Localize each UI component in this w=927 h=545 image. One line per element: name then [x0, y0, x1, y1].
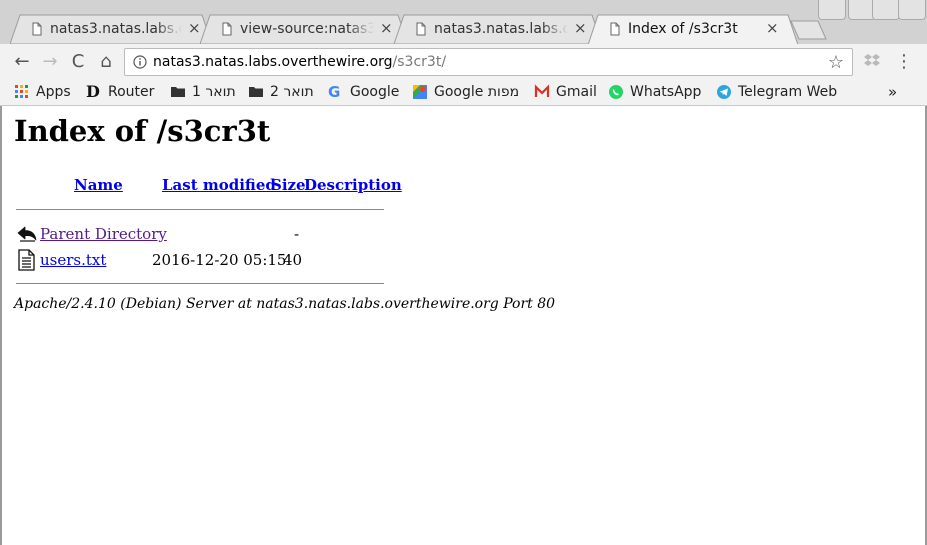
- column-header-name[interactable]: Name: [74, 176, 123, 194]
- bookmark-apps[interactable]: Apps: [14, 82, 71, 102]
- bookmarks-bar: Apps D Router תואר 1 תואר 2 G Google Goo…: [0, 80, 927, 106]
- back-arrow-icon[interactable]: ←: [12, 52, 32, 72]
- bookmark-google-maps[interactable]: Google מפות: [412, 82, 519, 102]
- url-host: natas3.natas.labs.overthewire.org: [153, 54, 393, 70]
- bookmark-label: Gmail: [556, 84, 597, 100]
- new-tab-button[interactable]: [790, 20, 828, 40]
- google-maps-icon: [413, 85, 427, 99]
- close-tab-icon[interactable]: ×: [380, 20, 393, 36]
- tab-title: Index of /s3cr3t: [628, 21, 738, 37]
- close-window-button[interactable]: [898, 0, 926, 20]
- tab-natas3-1[interactable]: natas3.natas.labs.overthewire.org ×: [10, 14, 212, 44]
- tab-view-source[interactable]: view-source:natas3.natas.labs.overthewir…: [200, 14, 408, 44]
- site-info-icon[interactable]: [133, 55, 147, 69]
- server-signature: Apache/2.4.10 (Debian) Server at natas3.…: [14, 296, 556, 312]
- users-txt-link[interactable]: users.txt: [40, 251, 106, 269]
- tab-title: natas3.natas.labs.overthewire.org: [434, 21, 568, 37]
- close-tab-icon[interactable]: ×: [188, 20, 201, 36]
- tab-strip: natas3.natas.labs.overthewire.org × view…: [0, 0, 927, 45]
- bookmark-router[interactable]: D Router: [86, 82, 154, 102]
- bookmark-label: Apps: [36, 84, 71, 100]
- apps-grid-icon: [15, 85, 28, 98]
- parent-directory-link[interactable]: Parent Directory: [40, 225, 167, 243]
- column-header-size[interactable]: Size: [271, 176, 306, 194]
- folder-icon: [171, 87, 185, 97]
- reload-icon[interactable]: C: [68, 52, 88, 72]
- bookmark-folder-1[interactable]: תואר 1: [170, 82, 236, 102]
- address-bar[interactable]: natas3.natas.labs.overthewire.org/s3cr3t…: [124, 48, 853, 76]
- bookmark-star-icon[interactable]: ☆: [828, 52, 844, 73]
- window-extra-button[interactable]: [818, 0, 846, 20]
- gmail-icon: [534, 84, 550, 97]
- bookmarks-overflow-button[interactable]: »: [888, 82, 897, 102]
- close-tab-icon[interactable]: ×: [766, 20, 779, 36]
- bookmark-label: Google: [350, 84, 400, 100]
- row-size: 40: [283, 251, 303, 269]
- bookmark-google[interactable]: G Google: [328, 82, 399, 102]
- tab-title: view-source:natas3.natas.labs.overthewir…: [240, 21, 374, 37]
- menu-icon[interactable]: ⋮: [894, 52, 914, 72]
- dropbox-extension-icon[interactable]: [864, 52, 880, 68]
- page-content: Index of /s3cr3t Name Last modified Size…: [0, 106, 927, 545]
- bookmark-whatsapp[interactable]: WhatsApp: [608, 82, 701, 102]
- tab-title: natas3.natas.labs.overthewire.org: [50, 21, 182, 37]
- page-icon: [610, 22, 620, 36]
- bookmark-label: Telegram Web: [738, 84, 838, 100]
- bookmark-label: WhatsApp: [630, 84, 702, 100]
- bookmark-label: תואר 2: [270, 84, 314, 100]
- folder-icon: [249, 87, 263, 97]
- telegram-icon: [717, 85, 731, 99]
- close-tab-icon[interactable]: ×: [574, 20, 587, 36]
- google-g-icon: G: [328, 83, 341, 101]
- page-icon: [32, 22, 42, 36]
- page-icon: [416, 22, 426, 36]
- whatsapp-icon: [609, 85, 623, 99]
- bookmark-label: תואר 1: [192, 84, 236, 100]
- row-modified: 2016-12-20 05:15: [152, 251, 287, 269]
- bookmark-label: Google מפות: [434, 84, 520, 100]
- router-d-icon: D: [86, 82, 100, 101]
- forward-arrow-icon[interactable]: →: [40, 52, 60, 72]
- bookmark-label: Router: [108, 84, 155, 100]
- divider: [16, 209, 384, 210]
- maximize-button[interactable]: [872, 0, 900, 20]
- browser-toolbar: ← → C ⌂ natas3.natas.labs.overthewire.or…: [0, 44, 927, 80]
- page-icon: [222, 22, 232, 36]
- column-header-last-modified[interactable]: Last modified: [162, 176, 276, 194]
- column-header-description[interactable]: Description: [304, 176, 402, 194]
- row-size: -: [294, 225, 300, 243]
- home-icon[interactable]: ⌂: [96, 52, 116, 72]
- bookmark-gmail[interactable]: Gmail: [534, 82, 597, 102]
- text-file-icon: [18, 249, 35, 271]
- page-title: Index of /s3cr3t: [14, 114, 271, 148]
- tab-index-of-s3cr3t[interactable]: Index of /s3cr3t ×: [588, 14, 798, 45]
- bookmark-telegram[interactable]: Telegram Web: [716, 82, 837, 102]
- bookmark-folder-2[interactable]: תואר 2: [248, 82, 314, 102]
- url-path: /s3cr3t/: [392, 54, 447, 70]
- divider: [16, 283, 384, 284]
- url-text: natas3.natas.labs.overthewire.org/s3cr3t…: [153, 54, 446, 70]
- back-arrow-icon: [17, 226, 37, 242]
- tab-natas3-2[interactable]: natas3.natas.labs.overthewire.org ×: [394, 14, 602, 44]
